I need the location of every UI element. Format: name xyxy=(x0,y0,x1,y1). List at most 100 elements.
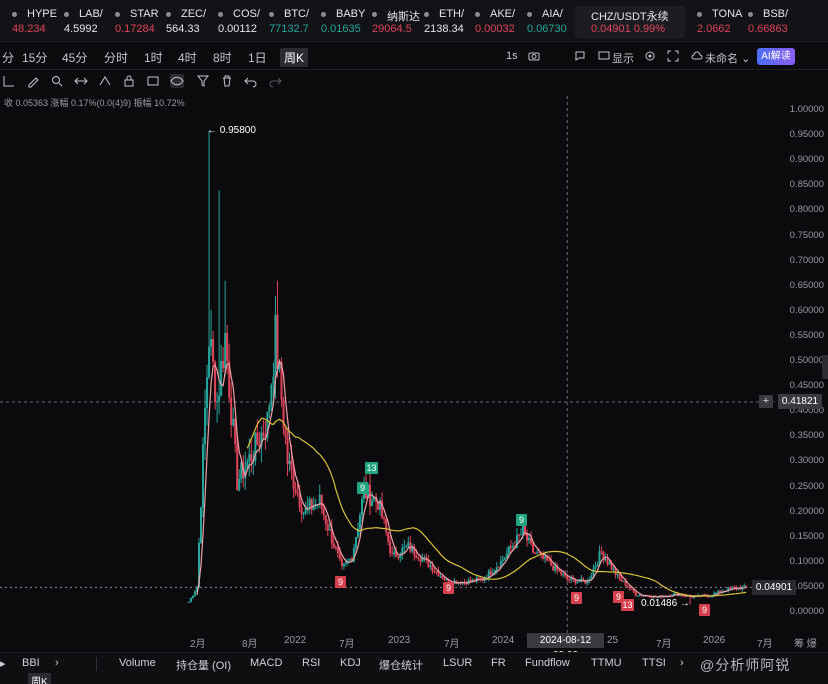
line-tool-icon[interactable] xyxy=(74,74,88,88)
ticker-dot-icon xyxy=(12,12,17,17)
candle-body xyxy=(729,587,732,589)
ai-interpret-button[interactable]: AI解读 xyxy=(757,48,795,65)
candle-body xyxy=(222,360,225,369)
ticker-item[interactable]: 纳斯达...29064.5 xyxy=(372,6,420,38)
td-sequence-label: 13 xyxy=(365,462,378,474)
add-alert-plus-icon[interactable]: + xyxy=(759,395,773,408)
indicator-macd[interactable]: MACD xyxy=(250,657,282,669)
alert-icon[interactable] xyxy=(574,50,586,65)
ticker-symbol: BABY xyxy=(336,8,366,20)
ticker-item[interactable]: ETH/2138.34 xyxy=(424,6,472,38)
camera-icon[interactable] xyxy=(528,50,540,65)
ticker-item[interactable]: BTC/77132.7 xyxy=(269,6,317,38)
candle-body xyxy=(338,553,341,560)
ticker-dot-icon xyxy=(166,12,171,17)
candle-body xyxy=(594,566,597,569)
display-icon[interactable] xyxy=(598,50,610,65)
magnet-icon[interactable] xyxy=(50,74,64,88)
crosshair-date-tag: 2024-08-12 08:00 xyxy=(527,633,604,661)
indicator-rsi[interactable]: RSI xyxy=(302,657,320,669)
candle-body xyxy=(286,437,289,465)
axis-right-tools[interactable]: 筹 爆 xyxy=(794,635,817,650)
candlestick-chart[interactable] xyxy=(0,96,828,652)
ticker-symbol: AIA/ xyxy=(542,8,563,20)
pattern-tool-icon[interactable] xyxy=(98,74,112,88)
layout-name-dropdown[interactable]: 未命名 ⌄ xyxy=(705,50,750,66)
ticker-item[interactable]: TONA 2.0662 xyxy=(697,6,745,38)
template-icon[interactable] xyxy=(146,74,160,88)
candle-body xyxy=(626,586,629,588)
pencil-icon[interactable] xyxy=(26,74,40,88)
indicator-kdj[interactable]: KDJ xyxy=(340,657,361,669)
interval-1h[interactable]: 1时 xyxy=(144,49,163,66)
indicator-scroll-left-icon[interactable]: ▸ xyxy=(0,657,6,670)
ticker-item[interactable]: AKE/0.00032 xyxy=(475,6,523,38)
chevron-right-icon[interactable]: › xyxy=(680,657,684,669)
ticker-item[interactable]: ZEC/564.33 xyxy=(166,6,214,38)
ticker-item[interactable]: HYPE 48.234 xyxy=(12,6,60,38)
ticker-item[interactable]: COS/0.00112 xyxy=(218,6,266,38)
ticker-item[interactable]: CHZ/USDT永续 0.04901 0.99% xyxy=(575,6,685,38)
indicator-oi[interactable]: 持仓量 (OI) xyxy=(176,657,231,673)
interval-timeline[interactable]: 分时 xyxy=(104,49,128,66)
chevron-right-icon[interactable]: › xyxy=(55,657,59,669)
fullscreen-icon[interactable] xyxy=(667,50,679,65)
interval-weekly[interactable]: 周K xyxy=(280,48,309,67)
cloud-icon[interactable] xyxy=(691,50,703,65)
candle-body xyxy=(544,555,547,559)
interval-45m[interactable]: 45分 xyxy=(62,49,87,66)
candle-body xyxy=(385,519,388,532)
interval-toolbar: 分 15分 45分 分时 1时 4时 8时 1日 周K 1s 显示 未命名 ⌄ xyxy=(0,44,828,70)
panel-resize-handle[interactable] xyxy=(822,355,828,379)
indicator-bbi[interactable]: BBI xyxy=(22,657,40,669)
bottom-interval-tab[interactable]: 周K xyxy=(28,673,51,684)
indicator-fr[interactable]: FR xyxy=(491,657,506,669)
interval-minute[interactable]: 分 xyxy=(2,49,14,66)
candle-body xyxy=(415,555,418,559)
candle-body xyxy=(600,551,603,553)
filter-icon[interactable] xyxy=(196,74,210,88)
undo-icon[interactable] xyxy=(244,74,258,88)
ticker-item[interactable]: BSB/0.66863 xyxy=(748,6,796,38)
candle-body xyxy=(743,585,746,587)
indicator-fundflow[interactable]: Fundflow xyxy=(525,657,570,669)
lock-icon[interactable] xyxy=(122,74,136,88)
candle-body xyxy=(604,559,607,561)
ticker-item[interactable]: BABY 0.01635 xyxy=(321,6,369,38)
td-sequence-label: 9 xyxy=(571,592,582,604)
ticker-symbol: BTC/ xyxy=(284,8,310,20)
ticker-item[interactable]: LAB/4.5992 xyxy=(64,6,112,38)
indicator-liquidation[interactable]: 爆仓统计 xyxy=(379,657,423,673)
interval-4h[interactable]: 4时 xyxy=(178,49,197,66)
interval-8h[interactable]: 8时 xyxy=(213,49,232,66)
indicator-ttmu[interactable]: TTMU xyxy=(591,657,622,669)
interval-15m[interactable]: 15分 xyxy=(22,49,47,66)
price-axis-label: 0.95000 xyxy=(789,129,824,141)
ticker-item[interactable]: AIA/0.06730 xyxy=(527,6,575,38)
candle-body xyxy=(300,507,303,515)
redo-icon[interactable] xyxy=(268,74,282,88)
indicator-volume[interactable]: Volume xyxy=(119,657,156,669)
visibility-icon[interactable] xyxy=(170,74,184,88)
trash-icon[interactable] xyxy=(220,74,234,88)
speed-toggle[interactable]: 1s xyxy=(506,50,518,62)
candle-body xyxy=(429,565,432,567)
candle-body xyxy=(202,444,205,508)
price-axis-label: 0.35000 xyxy=(789,430,824,442)
ticker-item[interactable]: STAR 0.17284 xyxy=(115,6,163,38)
candle-body xyxy=(208,346,211,378)
crosshair-tool-icon[interactable] xyxy=(2,74,16,88)
candle-body xyxy=(268,405,271,412)
ma-fast-line xyxy=(196,359,747,598)
ticker-dot-icon xyxy=(64,12,69,17)
interval-1d[interactable]: 1日 xyxy=(248,49,267,66)
candle-body xyxy=(528,537,531,541)
display-button[interactable]: 显示 xyxy=(612,50,634,66)
candle-body xyxy=(216,401,219,403)
indicator-ttsi[interactable]: TTSI xyxy=(642,657,666,669)
indicator-lsur[interactable]: LSUR xyxy=(443,657,472,669)
settings-icon[interactable] xyxy=(644,50,656,65)
candle-body xyxy=(606,559,609,565)
candle-body xyxy=(256,432,259,445)
ticker-symbol: BSB/ xyxy=(763,8,789,20)
